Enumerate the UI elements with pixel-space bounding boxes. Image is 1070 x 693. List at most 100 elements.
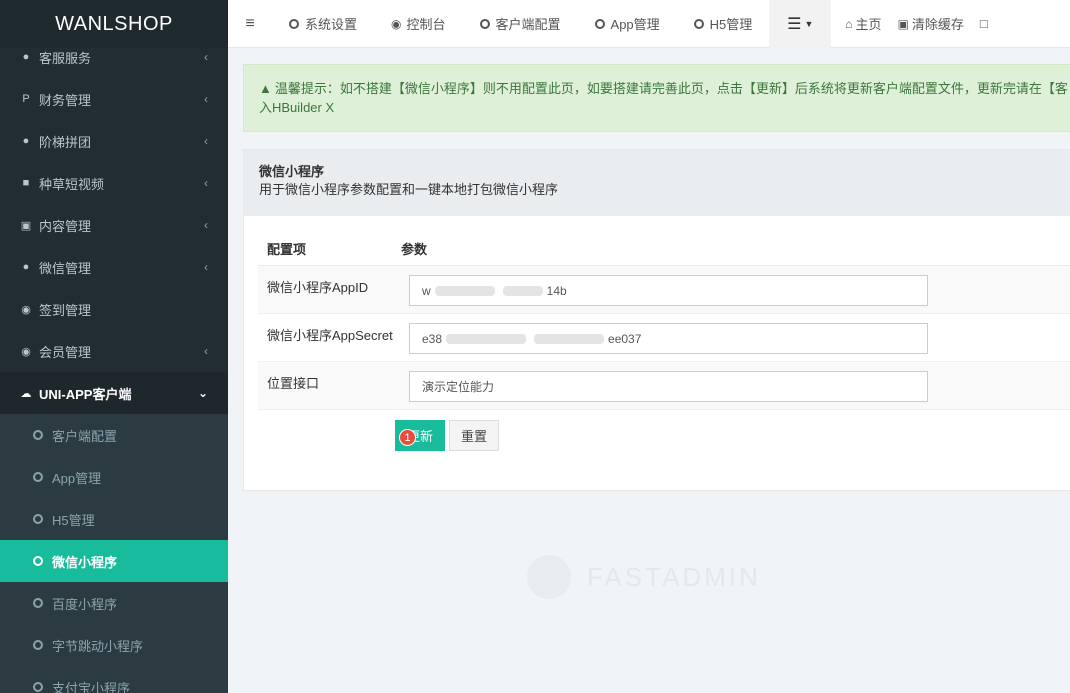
sidebar-subitem-label: 微信小程序 [52, 554, 118, 570]
table-header: 配置项 参数 [258, 232, 1070, 266]
sidebar-subitem-label: 字节跳动小程序 [52, 638, 144, 654]
circle-icon [33, 514, 43, 524]
panel-heading: 微信小程序 用于微信小程序参数配置和一键本地打包微信小程序 [244, 150, 1070, 216]
sidebar-item-label: 签到管理 [39, 302, 92, 318]
sidebar-subitem-label: H5管理 [52, 512, 95, 528]
video-icon: ■ [22, 177, 30, 189]
list-icon: ☰ [787, 15, 802, 33]
redacted-mask [502, 285, 543, 296]
sidebar-item-wechat[interactable]: ● 微信管理 ‹ [0, 246, 228, 288]
clear-cache-label: 清除缓存 [911, 17, 964, 32]
sidebar-item-label: 种草短视频 [39, 176, 105, 192]
panel-subtitle: 用于微信小程序参数配置和一键本地打包微信小程序 [259, 182, 559, 197]
appsecret-input[interactable]: e38 ee037 [409, 323, 928, 354]
tab-label: 控制台 [406, 17, 446, 32]
sidebar-item-label: 内容管理 [39, 218, 92, 234]
info-alert: ▲ 温馨提示：如不搭建【微信小程序】则不用配置此页，如要搭建请完善此页，点击【更新… [243, 64, 1070, 132]
chevron-left-icon: ‹ [204, 50, 208, 64]
header-key: 配置项 [267, 242, 307, 257]
home-link[interactable]: ⌂ 主页 [831, 0, 889, 48]
circle-icon [33, 640, 43, 650]
location-api-input[interactable]: 演示定位能力 [409, 371, 928, 402]
more-tabs-dropdown[interactable]: ☰ ▼ [769, 0, 832, 48]
sidebar-item-members[interactable]: ◉ 会员管理 ‹ [0, 330, 228, 372]
chevron-left-icon: ‹ [204, 176, 208, 190]
sidebar-subitem-client-config[interactable]: 客户端配置 [0, 414, 228, 456]
sidebar-item-short-video[interactable]: ■ 种草短视频 ‹ [0, 162, 228, 204]
circle-icon [33, 430, 43, 440]
chevron-left-icon: ‹ [204, 218, 208, 232]
dashboard-icon: ◉ [391, 16, 402, 31]
brand-logo[interactable]: WANLSHOP [0, 0, 228, 48]
form-actions: 更新 1 重置 [395, 420, 499, 451]
map-marker-icon: ◉ [21, 303, 31, 316]
sidebar-item-label: 阶梯拼团 [39, 134, 92, 150]
wechat-icon: ● [22, 261, 30, 273]
sidebar-subitem-label: App管理 [52, 470, 102, 486]
sidebar-menu: ● 客服服务 ‹ P 财务管理 ‹ ● 阶梯拼团 ‹ ■ 种草短视频 ‹ ▣ 内… [0, 36, 228, 693]
user-circle-icon: ◉ [21, 345, 31, 358]
home-icon: ⌂ [845, 16, 853, 31]
sidebar-item-label: 微信管理 [39, 260, 92, 276]
sidebar-item-group-buy[interactable]: ● 阶梯拼团 ‹ [0, 120, 228, 162]
circle-icon [289, 18, 299, 29]
chevron-down-icon: ⌄ [197, 386, 208, 400]
sidebar-subitem-alipay-miniprogram[interactable]: 支付宝小程序 [0, 666, 228, 693]
circle-icon [594, 18, 605, 29]
row-label: 位置接口 [267, 376, 320, 391]
watermark-text: FASTADMIN [587, 561, 761, 592]
appid-input[interactable]: w 14b [409, 275, 928, 306]
sidebar-subitem-label: 百度小程序 [52, 596, 118, 612]
circle-icon [33, 556, 43, 566]
paypal-icon: P [22, 93, 30, 105]
chevron-left-icon: ‹ [204, 134, 208, 148]
chevron-left-icon: ‹ [204, 344, 208, 358]
circle-icon [33, 682, 43, 692]
alert-text-line2: 入HBuilder X [259, 100, 335, 115]
warning-icon: ▲ [259, 81, 272, 96]
trash-icon: ▣ [897, 16, 909, 31]
sidebar-subitem-h5[interactable]: H5管理 [0, 498, 228, 540]
circle-icon [33, 598, 43, 608]
sidebar-subitem-bytedance-miniprogram[interactable]: 字节跳动小程序 [0, 624, 228, 666]
tab-h5-management[interactable]: H5管理 [677, 0, 770, 48]
sidebar-subitem-label: 支付宝小程序 [52, 680, 131, 693]
tab-app-management[interactable]: App管理 [578, 0, 677, 48]
clear-cache-button[interactable]: ▣ 清除缓存 [890, 0, 972, 48]
comments-icon: ● [22, 51, 30, 63]
cloud-icon: ☁ [20, 387, 32, 400]
caret-down-icon: ▼ [804, 18, 814, 29]
sidebar-subitem-wechat-miniprogram[interactable]: 微信小程序 [0, 540, 228, 582]
fastadmin-logo-icon [527, 555, 571, 599]
sidebar-item-checkin[interactable]: ◉ 签到管理 [0, 288, 228, 330]
menu-toggle-icon[interactable]: ≡ [228, 0, 272, 48]
alert-text-line1: 温馨提示：如不搭建【微信小程序】则不用配置此页，如要搭建请完善此页，点击【更新】… [274, 81, 1068, 96]
sidebar-item-label: UNI-APP客户端 [39, 386, 132, 402]
sidebar-item-finance[interactable]: P 财务管理 ‹ [0, 78, 228, 120]
sidebar-item-uniapp[interactable]: ☁ UNI-APP客户端 ⌄ [0, 372, 228, 414]
fastadmin-watermark: FASTADMIN [527, 555, 761, 599]
edit-icon: ▣ [20, 219, 32, 232]
circle-icon [693, 18, 704, 29]
row-label: 微信小程序AppID [267, 280, 369, 295]
header-value: 参数 [401, 242, 428, 257]
tab-dashboard[interactable]: ◉ 控制台 [374, 0, 463, 48]
chevron-left-icon: ‹ [204, 260, 208, 274]
sidebar-item-label: 会员管理 [39, 344, 92, 360]
config-panel: 微信小程序 用于微信小程序参数配置和一键本地打包微信小程序 配置项 参数 微信小… [243, 149, 1070, 491]
circle-icon [33, 472, 43, 482]
sidebar-subitem-baidu-miniprogram[interactable]: 百度小程序 [0, 582, 228, 624]
reset-button[interactable]: 重置 [449, 420, 499, 451]
tab-client-config[interactable]: 客户端配置 [463, 0, 578, 48]
sidebar-item-label: 财务管理 [39, 92, 92, 108]
step-badge: 1 [399, 429, 416, 446]
language-icon[interactable]: □ [972, 0, 996, 48]
tab-label: 系统设置 [305, 17, 358, 32]
sidebar-item-content[interactable]: ▣ 内容管理 ‹ [0, 204, 228, 246]
circle-icon [479, 18, 490, 29]
tab-system-settings[interactable]: 系统设置 [272, 0, 374, 48]
chevron-left-icon: ‹ [204, 92, 208, 106]
sidebar-subitem-app[interactable]: App管理 [0, 456, 228, 498]
update-button[interactable]: 更新 1 [395, 420, 445, 451]
tab-label: App管理 [610, 17, 660, 32]
